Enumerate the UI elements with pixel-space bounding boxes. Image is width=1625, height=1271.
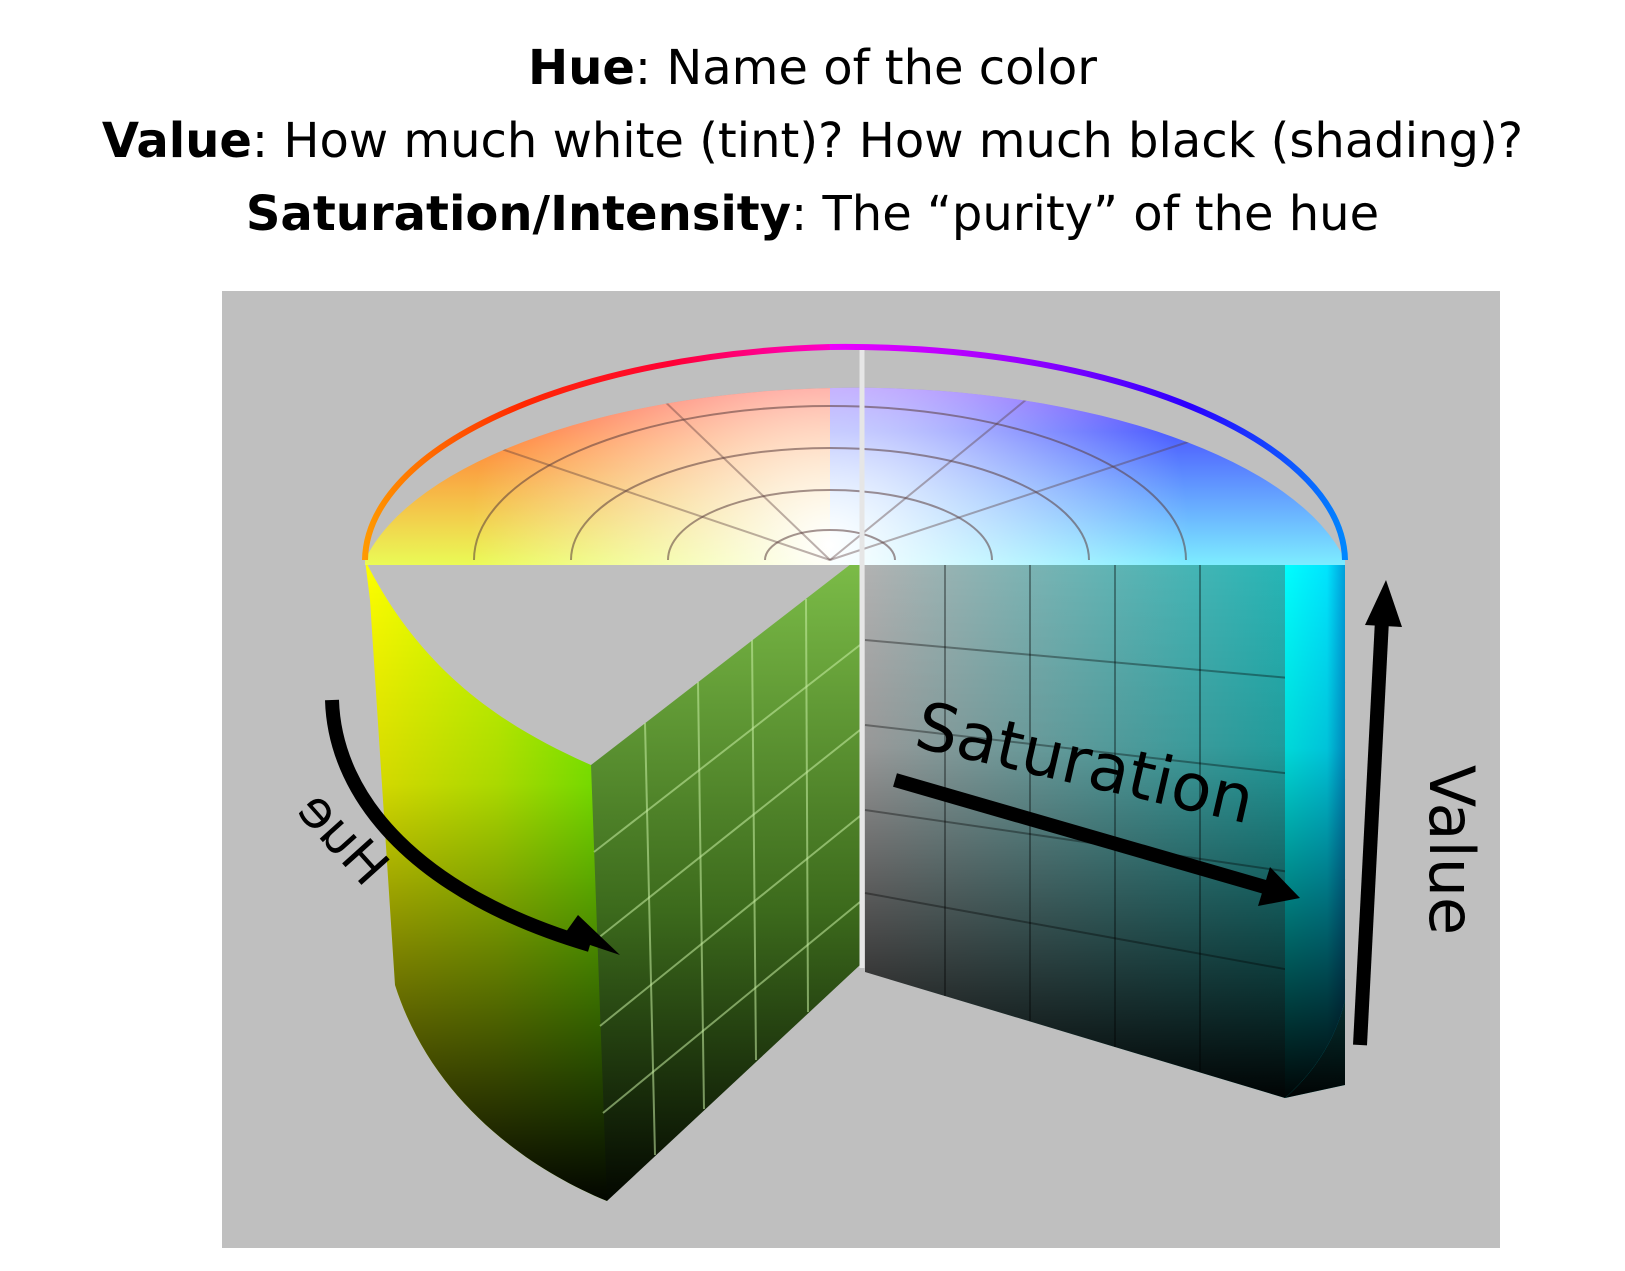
- saturation-term: Saturation/Intensity: [245, 186, 792, 242]
- heading-saturation-line: Saturation/Intensity: The “purity” of th…: [0, 184, 1625, 244]
- value-description: : How much white (tint)? How much black …: [251, 113, 1524, 169]
- right-outer-wall: [1285, 560, 1345, 1098]
- hue-term: Hue: [528, 40, 635, 96]
- hsv-cylinder-figure: Hue Saturation Value: [222, 291, 1500, 1248]
- heading-hue-line: Hue: Name of the color: [0, 38, 1625, 98]
- value-label: Value: [1415, 765, 1488, 935]
- value-term: Value: [101, 113, 252, 169]
- saturation-description: : The “purity” of the hue: [791, 186, 1380, 242]
- hue-description: : Name of the color: [634, 40, 1097, 96]
- heading-value-line: Value: How much white (tint)? How much b…: [0, 111, 1625, 171]
